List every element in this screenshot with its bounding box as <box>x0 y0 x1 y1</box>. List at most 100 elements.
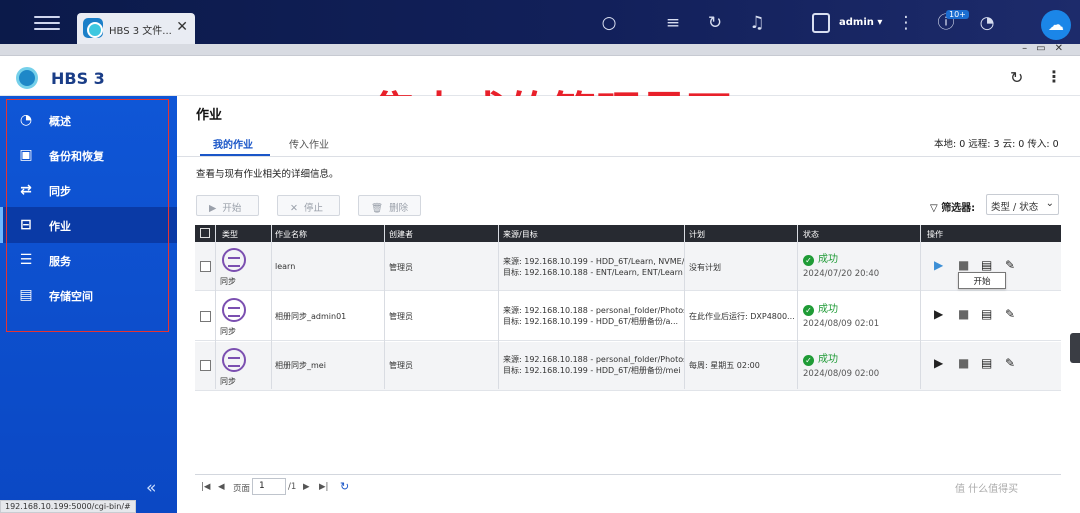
cloud-icon[interactable]: ☁ <box>1041 10 1071 40</box>
refresh-icon[interactable]: ↻ <box>1010 68 1023 87</box>
stop-square-icon[interactable]: ■ <box>958 356 969 370</box>
page-title: 作业 <box>196 108 223 123</box>
chevron-down-icon: ⌄ <box>1045 198 1054 209</box>
col-divider <box>797 225 798 389</box>
log-icon[interactable]: ▤ <box>981 356 992 370</box>
table-row[interactable]: 同步 learn 管理员 来源: 192.168.10.199 - HDD_6T… <box>195 242 1061 291</box>
close-tab-icon[interactable]: ✕ <box>176 19 188 35</box>
stop-square-icon[interactable]: ■ <box>958 258 969 272</box>
tab-incoming-jobs[interactable]: 传入作业 <box>289 136 329 151</box>
row-status-text: 成功 <box>818 354 838 365</box>
col-name[interactable]: 作业名称 <box>275 229 307 240</box>
filter-icon: ▽ <box>930 203 938 214</box>
system-topbar: HBS 3 文件... ✕ ○ ≡ ↻ ♫ admin ▾ ⋮ ⓘ 10+ ◔ … <box>0 0 1080 44</box>
app-title: HBS 3 <box>51 69 105 88</box>
stop-label: 停止 <box>303 203 323 214</box>
collapse-sidebar-icon[interactable]: « <box>146 478 156 498</box>
table-row[interactable]: 同步 相册同步_mei 管理员 来源: 192.168.10.188 - per… <box>195 342 1061 391</box>
row-checkbox[interactable] <box>200 360 211 371</box>
row-status-time: 2024/07/20 20:40 <box>803 269 880 279</box>
select-all-checkbox[interactable] <box>200 228 210 238</box>
check-icon: ✓ <box>803 355 814 366</box>
col-divider <box>498 225 499 389</box>
tab-divider <box>177 156 1080 157</box>
window-bar: –▭✕ <box>0 43 1080 56</box>
row-schedule: 在此作业后运行: DXP4800... <box>689 312 795 321</box>
row-source: 来源: 192.168.10.188 - personal_folder/Pho… <box>503 355 685 364</box>
filter-select[interactable]: 类型 / 状态 ⌄ <box>986 194 1059 215</box>
col-divider <box>215 225 216 389</box>
refresh-icon[interactable]: ↻ <box>340 480 349 493</box>
delete-button[interactable]: 🗑 删除 <box>358 195 421 216</box>
row-target: 目标: 192.168.10.199 - HDD_6T/相册备份/a... <box>503 317 679 326</box>
notes-icon[interactable]: ≡ <box>662 12 684 34</box>
search-icon[interactable]: ○ <box>598 12 620 34</box>
table-header: 类型 作业名称 创建者 来源/目标 计划 状态 操作 <box>195 225 1061 242</box>
status-url: 192.168.10.199:5000/cgi-bin/# <box>0 500 136 513</box>
edit-icon[interactable]: ✎ <box>1005 258 1015 272</box>
pagination: |◀ ◀ 页面 /1 ▶ ▶| ↻ <box>195 474 1061 498</box>
page-input[interactable]: 1 <box>252 478 286 495</box>
page-total: /1 <box>288 482 297 492</box>
row-checkbox[interactable] <box>200 261 211 272</box>
row-checkbox[interactable] <box>200 311 211 322</box>
row-status-time: 2024/08/09 02:00 <box>803 369 880 379</box>
play-icon[interactable]: ▶ <box>934 307 943 321</box>
row-type: 同步 <box>220 327 236 336</box>
row-status-time: 2024/08/09 02:01 <box>803 319 880 329</box>
hbs-logo-icon <box>16 67 38 89</box>
trash-icon: 🗑 <box>371 203 384 214</box>
filter-label: ▽ 筛选器: <box>930 199 975 214</box>
stop-button[interactable]: ✕ 停止 <box>277 195 340 216</box>
row-source: 来源: 192.168.10.188 - personal_folder/Pho… <box>503 306 685 315</box>
job-counts: 本地: 0 远程: 3 云: 0 传入: 0 <box>934 139 1059 150</box>
play-icon[interactable]: ▶ <box>934 356 943 370</box>
row-status: ✓ 成功 <box>803 350 838 366</box>
col-creator[interactable]: 创建者 <box>389 229 413 240</box>
first-page-icon[interactable]: |◀ <box>201 482 210 492</box>
col-actions: 操作 <box>927 230 943 239</box>
tab-my-jobs[interactable]: 我的作业 <box>213 136 253 151</box>
table-row[interactable]: 同步 相册同步_admin01 管理员 来源: 192.168.10.188 -… <box>195 292 1061 341</box>
user-menu[interactable]: admin ▾ <box>812 12 892 34</box>
scroll-handle[interactable] <box>1070 333 1080 363</box>
row-name: 相册同步_admin01 <box>275 312 347 321</box>
sync-icon[interactable]: ↻ <box>704 12 726 34</box>
more-options-icon[interactable]: ⋮ <box>1046 67 1062 86</box>
row-status: ✓ 成功 <box>803 300 838 316</box>
app-tab[interactable]: HBS 3 文件... ✕ <box>77 13 195 44</box>
dashboard-gauge-icon[interactable]: ◔ <box>976 12 998 34</box>
start-button[interactable]: ▶ 开始 <box>196 195 259 216</box>
hbs-app-icon <box>83 18 103 38</box>
prev-page-icon[interactable]: ◀ <box>218 482 225 492</box>
edit-icon[interactable]: ✎ <box>1005 356 1015 370</box>
log-icon[interactable]: ▤ <box>981 307 992 321</box>
edit-icon[interactable]: ✎ <box>1005 307 1015 321</box>
sync-type-icon <box>222 348 246 372</box>
highlight-box <box>6 99 169 332</box>
main-menu-button[interactable] <box>34 12 60 32</box>
sync-type-icon <box>222 248 246 272</box>
row-source: 来源: 192.168.10.199 - HDD_6T/Learn, NVME/… <box>503 257 685 266</box>
page-label: 页面 <box>233 484 251 494</box>
watermark: 值 什么值得买 <box>955 484 1019 495</box>
row-status: ✓ 成功 <box>803 250 838 266</box>
col-status[interactable]: 状态 <box>803 229 819 240</box>
notification-bell-icon[interactable]: ♫ <box>746 12 768 34</box>
row-creator: 管理员 <box>389 263 413 272</box>
row-creator: 管理员 <box>389 361 413 370</box>
log-icon[interactable]: ▤ <box>981 258 992 272</box>
col-type[interactable]: 类型 <box>222 229 238 240</box>
col-source-target[interactable]: 来源/目标 <box>503 229 538 240</box>
stop-x-icon: ✕ <box>290 203 298 214</box>
stop-square-icon[interactable]: ■ <box>958 307 969 321</box>
play-icon: ▶ <box>209 203 217 214</box>
row-creator: 管理员 <box>389 312 413 321</box>
next-page-icon[interactable]: ▶ <box>303 482 310 492</box>
last-page-icon[interactable]: ▶| <box>319 482 328 492</box>
play-icon[interactable]: ▶ <box>934 258 943 272</box>
col-schedule[interactable]: 计划 <box>689 229 705 240</box>
window-controls[interactable]: –▭✕ <box>1022 43 1072 54</box>
col-divider <box>271 225 272 389</box>
more-vertical-icon[interactable]: ⋮ <box>895 12 917 34</box>
